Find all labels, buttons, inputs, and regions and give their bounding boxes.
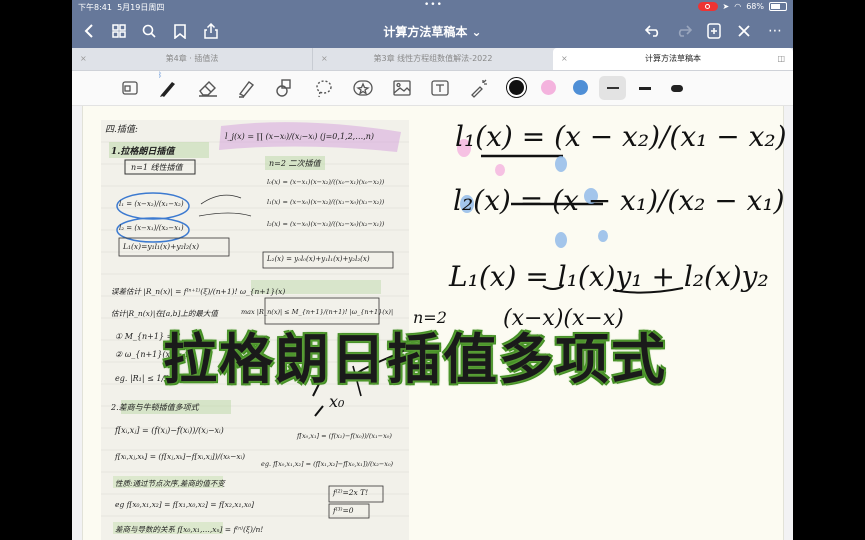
tab-chapter4[interactable]: × 第4章 · 插值法 — [72, 48, 313, 70]
lasso-tool-icon[interactable] — [312, 77, 336, 99]
color-swatch-pink[interactable] — [541, 80, 556, 95]
stroke-thin-button[interactable] — [599, 76, 626, 100]
formula-L1: L₁(x) = l₁(x)y₁ + l₂(x)y₂ — [449, 260, 769, 293]
formula-l1-numerator: l₁(x) = (x − x₂)/(x₁ − x₂) — [455, 120, 787, 153]
drawing-toolbar: ᛒ — [72, 71, 793, 106]
battery-percent: 68% — [746, 2, 764, 11]
tab-draft[interactable]: × 计算方法草稿本 ◫ — [553, 48, 793, 70]
shape-tool-icon[interactable] — [273, 77, 297, 99]
status-time: 下午8:41 5月19日周四 — [78, 3, 165, 12]
highlighter-tool-icon[interactable] — [234, 77, 258, 99]
color-swatch-black[interactable] — [509, 80, 524, 95]
battery-icon — [769, 2, 787, 11]
color-swatch-blue[interactable] — [573, 80, 588, 95]
location-icon: ➤ — [722, 2, 730, 11]
redo-icon[interactable] — [673, 20, 695, 42]
ipad-screen: 下午8:41 5月19日周四 ••• ➤ ◠ 68% 计算方法草稿本 ⌄ ⋯ ×… — [72, 0, 793, 540]
text-tool-icon[interactable] — [428, 77, 452, 99]
tab-chapter3[interactable]: × 第3章 线性方程组数值解法-2022 — [313, 48, 553, 70]
pen-tool-icon[interactable]: ᛒ — [156, 71, 180, 99]
close-edit-icon[interactable] — [733, 20, 755, 42]
bluetooth-icon: ᛒ — [158, 71, 163, 79]
stroke-medium-button[interactable] — [633, 77, 657, 99]
wifi-icon: ◠ — [734, 2, 742, 11]
app-navigation-bar: 计算方法草稿本 ⌄ ⋯ — [72, 14, 793, 48]
stroke-thick-button[interactable] — [665, 77, 689, 99]
eraser-tool-icon[interactable] — [196, 77, 220, 99]
handwritten-x0: x₀ — [329, 392, 345, 411]
screen-record-icon — [697, 2, 718, 11]
status-bar: 下午8:41 5月19日周四 ••• ➤ ◠ 68% — [72, 0, 793, 14]
add-page-icon[interactable] — [703, 20, 725, 42]
undo-icon[interactable] — [642, 20, 664, 42]
zoom-window-icon[interactable] — [118, 77, 142, 99]
multitasking-dots-icon[interactable]: ••• — [424, 0, 443, 10]
split-view-icon[interactable]: ◫ — [777, 48, 785, 70]
more-options-icon[interactable]: ⋯ — [764, 20, 786, 42]
formula-l2: l₂(x) = (x − x₁)/(x₂ − x₁) — [453, 184, 785, 217]
image-tool-icon[interactable] — [390, 77, 414, 99]
document-tabs: × 第4章 · 插值法 × 第3章 线性方程组数值解法-2022 × 计算方法草… — [72, 48, 793, 71]
laser-pointer-icon[interactable] — [467, 77, 491, 99]
video-caption: 拉格朗日插值多项式 — [163, 328, 667, 391]
sticker-tool-icon[interactable] — [351, 77, 375, 99]
